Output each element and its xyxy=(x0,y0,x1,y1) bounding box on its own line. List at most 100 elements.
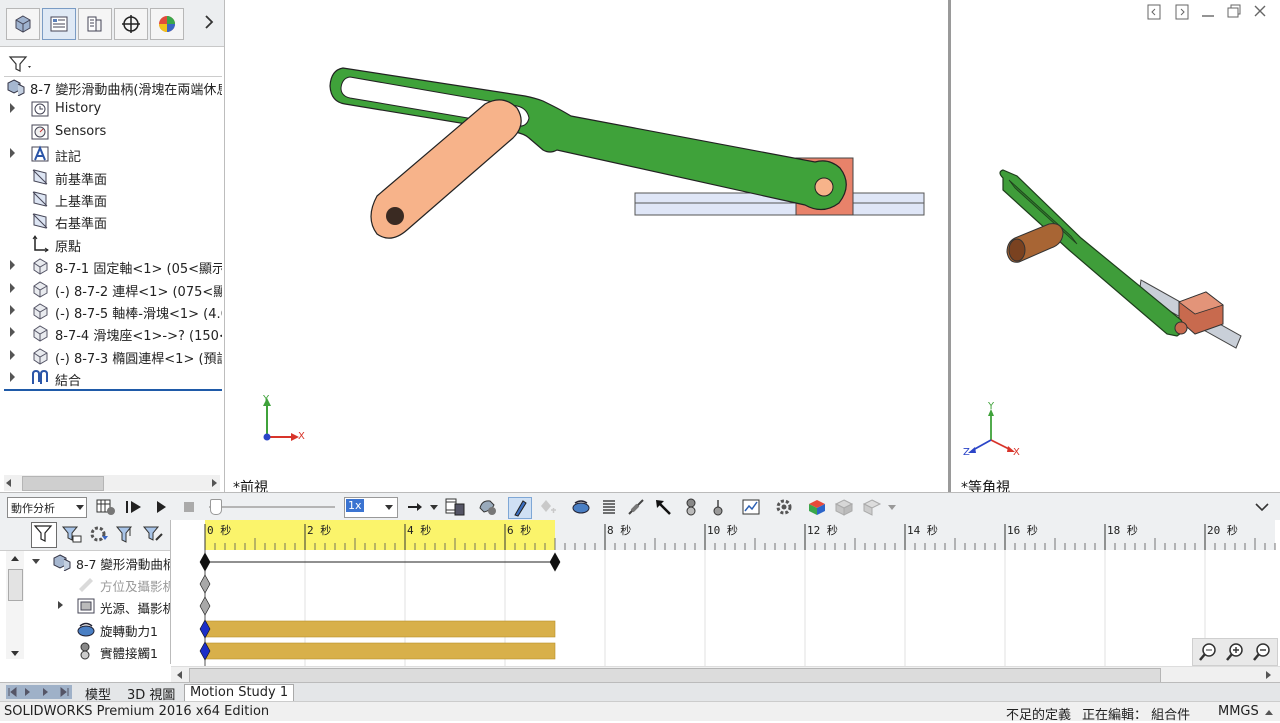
stop-icon[interactable] xyxy=(178,497,200,517)
mm-vertical-scrollbar[interactable] xyxy=(6,551,24,659)
tree-item[interactable]: 結合 xyxy=(0,367,222,389)
playback-speed-select[interactable]: 1x xyxy=(344,497,398,518)
playback-slider-handle[interactable] xyxy=(210,499,222,515)
play-icon[interactable] xyxy=(150,497,172,517)
motion-study-properties-icon[interactable] xyxy=(773,497,795,517)
tab-model[interactable]: 模型 xyxy=(80,684,116,703)
display-manager-icon[interactable] xyxy=(150,8,184,40)
expand-arrow-icon[interactable] xyxy=(10,103,15,114)
add-key-icon[interactable] xyxy=(537,497,559,517)
dimxpert-icon[interactable] xyxy=(114,8,148,40)
tree-item[interactable]: 8-7-4 滑塊座<1>->? (150<< xyxy=(0,322,222,344)
filter-results-icon[interactable] xyxy=(115,524,137,549)
filter-driving-icon[interactable] xyxy=(61,524,83,549)
expand-arrow-icon[interactable] xyxy=(10,260,15,271)
damper-icon[interactable] xyxy=(625,497,647,517)
isometric-viewport[interactable]: Y X Z *等角視 xyxy=(951,0,1280,496)
unit-system[interactable]: MMGS xyxy=(1218,704,1259,719)
tree-item[interactable]: (-) 8-7-3 橢圓連桿<1> (預設< xyxy=(0,345,222,367)
property-manager-icon[interactable] xyxy=(42,8,76,40)
tree-item[interactable]: 註記 xyxy=(0,143,222,165)
play-from-start-icon[interactable] xyxy=(123,497,145,517)
collapse-toolbar-chevron-icon[interactable] xyxy=(1255,501,1269,515)
calculate-icon[interactable] xyxy=(95,497,117,517)
contact-icon[interactable] xyxy=(680,497,702,517)
save-animation-icon[interactable] xyxy=(444,497,466,517)
more-options-dropdown-icon[interactable] xyxy=(888,505,896,510)
zoom-out-icon[interactable] xyxy=(1251,641,1273,663)
mm-tree-row[interactable]: 光源、攝影机 xyxy=(26,595,170,617)
rollback-bar[interactable] xyxy=(4,389,222,391)
autokey-icon[interactable] xyxy=(508,497,532,519)
results-and-plots-icon[interactable] xyxy=(740,497,762,517)
tick-label: 2 秒 xyxy=(307,524,332,537)
scroll-thumb[interactable] xyxy=(22,476,104,491)
filter-animated-icon[interactable] xyxy=(31,522,57,548)
chevron-right-icon[interactable] xyxy=(204,14,214,34)
scroll-left-icon[interactable] xyxy=(177,671,182,679)
scroll-right-icon[interactable] xyxy=(1266,671,1271,679)
tab-3d-view[interactable]: 3D 視圖 xyxy=(122,684,180,703)
expand-arrow-icon[interactable] xyxy=(10,372,15,383)
scroll-left-icon[interactable] xyxy=(6,479,11,487)
expand-arrow-icon[interactable] xyxy=(10,305,15,315)
tree-item[interactable]: 前基準面 xyxy=(0,166,222,188)
scroll-down-icon[interactable] xyxy=(11,651,19,656)
spring-icon[interactable] xyxy=(598,497,620,517)
scroll-up-icon[interactable] xyxy=(11,556,19,561)
gravity-icon[interactable] xyxy=(707,497,729,517)
tree-item[interactable]: (-) 8-7-2 連桿<1> (075<顯示 xyxy=(0,278,222,300)
filter-selected-icon[interactable] xyxy=(88,524,110,549)
axis-x-label: X xyxy=(298,431,305,442)
tree-item[interactable]: History xyxy=(0,98,222,120)
duration-bar xyxy=(204,642,556,660)
chevron-up-icon[interactable] xyxy=(1265,710,1273,715)
duration-bar xyxy=(204,620,556,638)
front-viewport[interactable]: Y X *前視 xyxy=(225,0,948,496)
zoom-to-fit-icon[interactable] xyxy=(1197,641,1219,663)
force-icon[interactable] xyxy=(652,497,674,517)
study-results-icon[interactable] xyxy=(833,497,855,517)
mm-tree-row[interactable]: 方位及攝影机 xyxy=(26,573,170,595)
collapse-arrow-icon[interactable] xyxy=(32,559,40,564)
playback-slider[interactable] xyxy=(209,506,335,508)
tree-item[interactable]: (-) 8-7-5 軸棒-滑塊<1> (4.6< xyxy=(0,300,222,322)
tab-motion-study-1[interactable]: Motion Study 1 xyxy=(184,684,295,702)
simulation-setup-icon[interactable] xyxy=(806,497,828,517)
scroll-thumb[interactable] xyxy=(8,569,23,601)
tick-label: 16 秒 xyxy=(1007,524,1038,537)
scroll-right-icon[interactable] xyxy=(212,479,217,487)
filter-collapse-icon[interactable] xyxy=(142,524,164,549)
horizontal-scrollbar[interactable] xyxy=(4,475,220,491)
playback-mode-icon[interactable] xyxy=(404,497,426,517)
zoom-in-icon[interactable] xyxy=(1224,641,1246,663)
tree-item[interactable]: Sensors xyxy=(0,121,222,143)
tree-root-assembly[interactable]: 8-7 變形滑動曲柄(滑塊在兩端休息 xyxy=(0,76,222,98)
timeline-graphic[interactable] xyxy=(171,520,1280,666)
tree-item[interactable]: 8-7-1 固定軸<1> (05<顯示狀 xyxy=(0,255,222,277)
mm-tree-row[interactable]: 旋轉動力1 xyxy=(26,618,170,640)
expand-arrow-icon[interactable] xyxy=(10,327,15,338)
tree-item-label: 右基準面 xyxy=(55,217,108,233)
expand-arrow-icon[interactable] xyxy=(58,601,63,609)
mm-tree-row[interactable]: 8-7 變形滑動曲柄 xyxy=(26,551,170,573)
playback-speed-value: 1x xyxy=(346,499,364,512)
expand-arrow-icon[interactable] xyxy=(10,148,15,159)
tab-scroll-buttons[interactable] xyxy=(6,685,72,699)
animation-wizard-icon[interactable] xyxy=(477,497,499,517)
playback-mode-dropdown-icon[interactable] xyxy=(430,505,438,510)
expand-arrow-icon[interactable] xyxy=(10,349,15,360)
configuration-manager-icon[interactable] xyxy=(78,8,112,40)
timeline-horizontal-scrollbar[interactable] xyxy=(171,666,1280,683)
mm-tree-row[interactable]: 實體接觸1 xyxy=(26,640,170,662)
tree-item[interactable]: 右基準面 xyxy=(0,210,222,232)
expand-arrow-icon[interactable] xyxy=(10,282,15,293)
motor-icon[interactable] xyxy=(570,497,592,517)
filter-icon[interactable] xyxy=(8,55,34,76)
collapse-motion-manager-icon[interactable] xyxy=(861,497,883,517)
part-icon[interactable] xyxy=(6,8,40,40)
scroll-thumb[interactable] xyxy=(189,668,1161,683)
tree-item[interactable]: 原點 xyxy=(0,233,222,255)
tree-item[interactable]: 上基準面 xyxy=(0,188,222,210)
study-type-select[interactable]: 動作分析 xyxy=(7,497,87,518)
